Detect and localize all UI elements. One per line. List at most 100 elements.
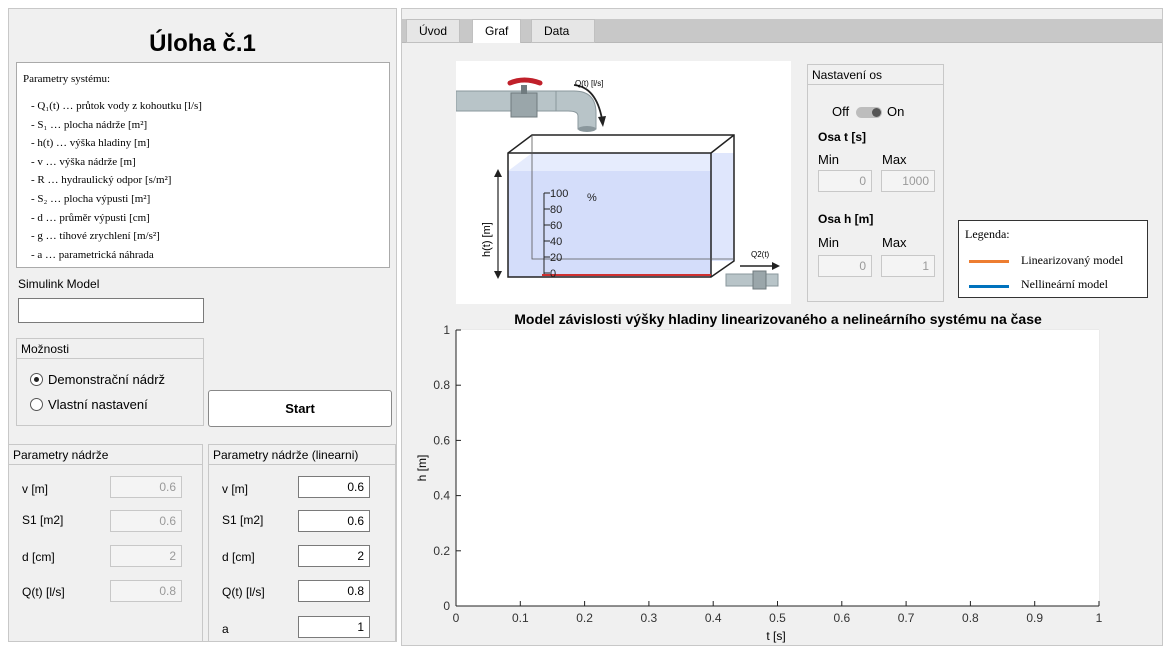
- y-tick-label: 0.6: [433, 433, 450, 447]
- q-label: Q(t) [l/s]: [575, 79, 603, 88]
- param-item: - d … průměr výpusti [cm]: [31, 211, 150, 224]
- x-tick-label: 0.5: [769, 611, 786, 625]
- options-title: Možnosti: [17, 339, 203, 359]
- tank-field-s1[interactable]: 0.6: [110, 510, 182, 532]
- param-item: - a … parametrická náhrada: [31, 248, 154, 261]
- legend-title: Legenda:: [965, 227, 1010, 241]
- legend-label-nonlinear: Nellineární model: [1021, 277, 1108, 291]
- y-tick-label: 0.2: [433, 544, 450, 558]
- param-item: - h(t) … výška hladiny [m]: [31, 137, 150, 150]
- tank-diagram: Q(t) [l/s] 100 80 60 40 20 0 % h(t) [m] …: [456, 61, 791, 304]
- h-axis-label: Osa h [m]: [818, 212, 874, 226]
- lin-field-v[interactable]: 0.6: [298, 476, 370, 498]
- chart-title: Model závislosti výšky hladiny linearizo…: [514, 311, 1042, 327]
- t-axis-label: Osa t [s]: [818, 130, 867, 144]
- simulink-label: Simulink Model: [18, 277, 100, 291]
- legend-box: Legenda: Linearizovaný model Nellineární…: [958, 220, 1148, 298]
- start-button[interactable]: Start: [208, 390, 392, 427]
- height-label: h(t) [m]: [481, 222, 493, 257]
- tank-params-panel: Parametry nádrže: [8, 444, 203, 642]
- y-tick-label: 0.4: [433, 489, 450, 503]
- lin-field-q[interactable]: 0.8: [298, 580, 370, 602]
- x-tick-label: 1: [1096, 611, 1103, 625]
- lin-label-v: v [m]: [222, 482, 248, 496]
- parameters-box: Parametry systému: - Q₁(t) … průtok vody…: [16, 62, 390, 268]
- inlet-pipe: [456, 90, 565, 112]
- lin-label-q: Q(t) [l/s]: [222, 585, 265, 599]
- x-tick-label: 0.1: [512, 611, 529, 625]
- tank-label-d: d [cm]: [22, 550, 55, 564]
- chart-xlabel: t [s]: [766, 629, 785, 643]
- tab-graf[interactable]: Graf: [472, 19, 522, 44]
- chart-ylabel: h [m]: [415, 455, 429, 482]
- x-tick-label: 0.3: [641, 611, 658, 625]
- svg-text:100: 100: [550, 188, 568, 200]
- param-item: - Q₁(t) … průtok vody z kohoutku [l/s]: [31, 100, 202, 112]
- legend-label-linear: Linearizovaný model: [1021, 253, 1124, 267]
- legend-swatch-linear: [969, 260, 1009, 263]
- x-tick-label: 0.7: [898, 611, 915, 625]
- switch-on-label: On: [887, 104, 905, 119]
- radio-demo[interactable]: [30, 373, 43, 386]
- param-item: - g … tíhové zrychlení [m/s²]: [31, 230, 160, 243]
- y-tick-label: 0.8: [433, 378, 450, 392]
- height-time-chart: Model závislosti výšky hladiny linearizo…: [415, 311, 1103, 643]
- parameters-header: Parametry systému:: [23, 73, 111, 85]
- lin-field-a[interactable]: 1: [298, 616, 370, 638]
- lin-label-a: a: [222, 622, 229, 636]
- radio-custom[interactable]: [30, 398, 43, 411]
- h-max-label: Max: [882, 235, 907, 250]
- svg-text:%: %: [587, 192, 597, 204]
- lin-label-s1: S1 [m2]: [222, 513, 264, 527]
- x-tick-label: 0.9: [1026, 611, 1043, 625]
- t-min-field[interactable]: 0: [818, 170, 872, 192]
- y-tick-label: 0: [443, 599, 450, 613]
- tank-field-q[interactable]: 0.8: [110, 580, 182, 602]
- svg-text:40: 40: [550, 236, 562, 248]
- x-tick-label: 0.2: [576, 611, 593, 625]
- faucet-valve: [510, 92, 538, 118]
- tank-label-v: v [m]: [22, 482, 48, 496]
- x-tick-label: 0.4: [705, 611, 722, 625]
- tank-params-title: Parametry nádrže: [9, 445, 202, 465]
- tab-uvod[interactable]: Úvod: [406, 19, 461, 43]
- svg-text:60: 60: [550, 220, 562, 232]
- simulink-input[interactable]: [18, 298, 204, 323]
- x-tick-label: 0: [453, 611, 460, 625]
- q2-label: Q2(t): [751, 250, 770, 259]
- radio-custom-label[interactable]: Vlastní nastavení: [48, 397, 148, 412]
- svg-text:80: 80: [550, 204, 562, 216]
- x-tick-label: 0.8: [962, 611, 979, 625]
- x-tick-label: 0.6: [833, 611, 850, 625]
- svg-text:20: 20: [550, 252, 562, 264]
- water-body: [508, 171, 711, 277]
- param-item: - S₂ … plocha výpusti [m²]: [31, 192, 151, 205]
- outlet-pipe: [725, 273, 779, 287]
- lin-field-s1[interactable]: 0.6: [298, 510, 370, 532]
- axes-settings-title: Nastavení os: [808, 65, 943, 85]
- h-max-field[interactable]: 1: [881, 255, 935, 277]
- tank-field-d[interactable]: 2: [110, 545, 182, 567]
- plot-area: [456, 330, 1099, 606]
- lin-label-d: d [cm]: [222, 550, 255, 564]
- axes-toggle-switch[interactable]: [856, 107, 882, 118]
- tank-field-v[interactable]: 0.6: [110, 476, 182, 498]
- tank-linear-title: Parametry nádrže (linearni): [209, 445, 395, 465]
- tab-data[interactable]: Data: [531, 19, 595, 43]
- param-item: - v … výška nádrže [m]: [31, 155, 136, 168]
- radio-demo-label[interactable]: Demonstrační nádrž: [48, 372, 165, 387]
- param-item: - S₁ … plocha nádrže [m²]: [31, 118, 148, 131]
- lin-field-d[interactable]: 2: [298, 545, 370, 567]
- tank-label-q: Q(t) [l/s]: [22, 585, 65, 599]
- t-max-field[interactable]: 1000: [881, 170, 935, 192]
- h-min-label: Min: [818, 235, 839, 250]
- page-title: Úloha č.1: [149, 30, 256, 57]
- tank-linear-panel: Parametry nádrže (linearni): [208, 444, 396, 642]
- y-tick-label: 1: [443, 323, 450, 337]
- param-item: - R … hydraulický odpor [s/m²]: [31, 174, 172, 187]
- t-max-label: Max: [882, 152, 907, 167]
- tank-label-s1: S1 [m2]: [22, 513, 64, 527]
- legend-swatch-nonlinear: [969, 285, 1009, 288]
- svg-text:0: 0: [550, 268, 556, 280]
- h-min-field[interactable]: 0: [818, 255, 872, 277]
